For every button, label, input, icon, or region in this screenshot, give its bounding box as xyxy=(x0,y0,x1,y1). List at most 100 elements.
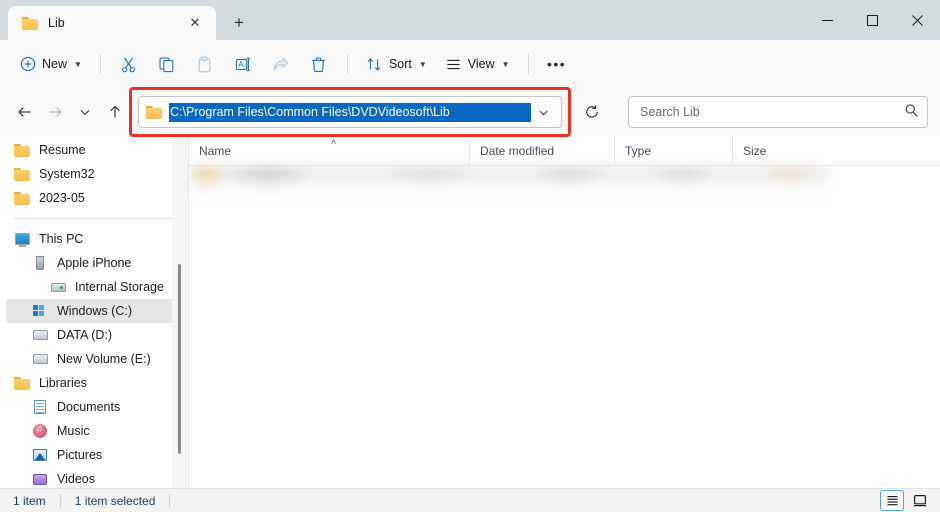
address-input[interactable]: C:\Program Files\Common Files\DVDVideoso… xyxy=(169,102,531,122)
sidebar-item-label: Internal Storage xyxy=(75,280,164,294)
close-icon[interactable] xyxy=(895,0,940,40)
chevron-down-icon[interactable]: ▼ xyxy=(74,60,82,69)
details-view-icon[interactable] xyxy=(880,490,904,511)
close-tab-icon[interactable]: ✕ xyxy=(184,12,206,34)
table-row[interactable] xyxy=(190,166,830,204)
chevron-down-icon[interactable]: ▼ xyxy=(502,60,510,69)
sidebar-item-system32[interactable]: System32 xyxy=(6,162,181,186)
sidebar-item-label: DATA (D:) xyxy=(57,328,113,342)
sidebar-item-documents[interactable]: Documents xyxy=(6,395,181,419)
toolbar: New ▼ A Sort ▼ View ▼ ••• xyxy=(0,40,940,88)
folder-icon xyxy=(14,375,30,391)
view-button[interactable]: View ▼ xyxy=(437,48,518,80)
sidebar-item-label: Videos xyxy=(57,472,95,486)
column-header-label: Name xyxy=(199,143,232,158)
sidebar-item-label: Resume xyxy=(39,143,86,157)
sort-ascending-icon: ˄ xyxy=(331,137,337,147)
svg-text:A: A xyxy=(239,60,245,69)
phone-icon xyxy=(32,255,48,271)
file-list-pane[interactable]: Name ˄ Date modified Type Size xyxy=(189,136,940,488)
sidebar-divider xyxy=(14,218,175,219)
chevron-down-icon[interactable]: ▼ xyxy=(419,60,427,69)
sidebar-item-libraries[interactable]: Libraries xyxy=(6,371,181,395)
pictures-icon xyxy=(32,447,48,463)
sidebar-item-windows-c[interactable]: Windows (C:) xyxy=(6,299,181,323)
sidebar-item-label: Libraries xyxy=(39,376,87,390)
view-toggle-group xyxy=(880,490,932,511)
tab-lib[interactable]: Lib ✕ xyxy=(8,6,216,40)
tab-strip: Lib ✕ + xyxy=(0,0,256,40)
new-tab-button[interactable]: + xyxy=(222,8,256,38)
folder-icon xyxy=(22,16,38,30)
tab-title: Lib xyxy=(48,16,65,30)
sidebar-item-music[interactable]: Music xyxy=(6,419,181,443)
sidebar-item-label: Documents xyxy=(57,400,121,414)
videos-icon xyxy=(32,471,48,487)
title-bar: Lib ✕ + xyxy=(0,0,940,40)
forward-button xyxy=(40,97,70,127)
paste-button xyxy=(187,48,223,80)
this-pc-icon xyxy=(14,231,30,247)
drive-icon xyxy=(32,351,48,367)
sidebar-item-data-d[interactable]: DATA (D:) xyxy=(6,323,181,347)
sidebar-item-videos[interactable]: Videos xyxy=(6,467,181,488)
more-options-button[interactable]: ••• xyxy=(539,48,575,80)
column-header-name[interactable]: Name ˄ xyxy=(189,136,469,165)
toolbar-divider-3 xyxy=(527,54,529,74)
sidebar-item-label: 2023-05 xyxy=(39,191,85,205)
address-chevron-down-icon[interactable] xyxy=(531,106,555,119)
music-icon xyxy=(32,423,48,439)
folder-icon xyxy=(14,166,30,182)
up-button[interactable] xyxy=(100,97,130,127)
sidebar-item-resume[interactable]: Resume xyxy=(6,138,181,162)
view-button-label: View xyxy=(467,57,495,71)
delete-button[interactable] xyxy=(301,48,337,80)
new-button[interactable]: New ▼ xyxy=(12,48,90,80)
address-bar[interactable]: C:\Program Files\Common Files\DVDVideoso… xyxy=(129,87,571,137)
recent-locations-button[interactable] xyxy=(70,97,100,127)
address-bar-row: C:\Program Files\Common Files\DVDVideoso… xyxy=(0,87,940,137)
folder-icon xyxy=(146,105,162,119)
sidebar-item-pictures[interactable]: Pictures xyxy=(6,443,181,467)
copy-button[interactable] xyxy=(149,48,185,80)
main-content: Resume System32 2023-05 This PC Apple iP… xyxy=(0,136,940,488)
refresh-button[interactable] xyxy=(577,97,607,127)
item-count-label: 1 item xyxy=(13,493,46,508)
sidebar-item-label: New Volume (E:) xyxy=(57,352,151,366)
back-button[interactable] xyxy=(10,97,40,127)
navigation-pane[interactable]: Resume System32 2023-05 This PC Apple iP… xyxy=(0,136,189,488)
sidebar-item-label: Pictures xyxy=(57,448,103,462)
address-input-container[interactable]: C:\Program Files\Common Files\DVDVideoso… xyxy=(138,96,562,128)
folder-icon xyxy=(14,142,30,158)
new-button-label: New xyxy=(42,57,68,71)
search-icon[interactable] xyxy=(904,103,919,121)
sidebar-item-label: Apple iPhone xyxy=(57,256,132,270)
sort-button[interactable]: Sort ▼ xyxy=(358,48,435,80)
documents-icon xyxy=(32,399,48,415)
column-header-label: Size xyxy=(743,143,767,158)
more-options-label: ••• xyxy=(546,56,567,72)
sidebar-item-apple-iphone[interactable]: Apple iPhone xyxy=(6,251,181,275)
sidebar-item-2023-05[interactable]: 2023-05 xyxy=(6,186,181,210)
column-header-date-modified[interactable]: Date modified xyxy=(469,136,614,165)
column-header-type[interactable]: Type xyxy=(614,136,732,165)
minimize-icon[interactable] xyxy=(805,0,850,40)
toolbar-divider-2 xyxy=(346,54,348,74)
sidebar-item-new-volume-e[interactable]: New Volume (E:) xyxy=(6,347,181,371)
sidebar-item-label: Music xyxy=(57,424,90,438)
sidebar-scrollbar-thumb[interactable] xyxy=(178,264,181,454)
search-input[interactable]: Search Lib xyxy=(640,105,904,119)
maximize-icon[interactable] xyxy=(850,0,895,40)
sidebar-item-this-pc[interactable]: This PC xyxy=(6,227,181,251)
status-bar: 1 item 1 item selected xyxy=(0,488,940,512)
search-box[interactable]: Search Lib xyxy=(628,96,928,128)
internal-storage-icon xyxy=(50,279,66,295)
column-header-row: Name ˄ Date modified Type Size xyxy=(189,136,940,166)
column-header-size[interactable]: Size xyxy=(732,136,810,165)
cut-button[interactable] xyxy=(111,48,147,80)
large-icons-view-icon[interactable] xyxy=(908,490,932,511)
rename-button[interactable]: A xyxy=(225,48,261,80)
sidebar-item-internal-storage[interactable]: Internal Storage xyxy=(6,275,181,299)
drive-icon xyxy=(32,327,48,343)
sort-button-label: Sort xyxy=(388,57,412,71)
